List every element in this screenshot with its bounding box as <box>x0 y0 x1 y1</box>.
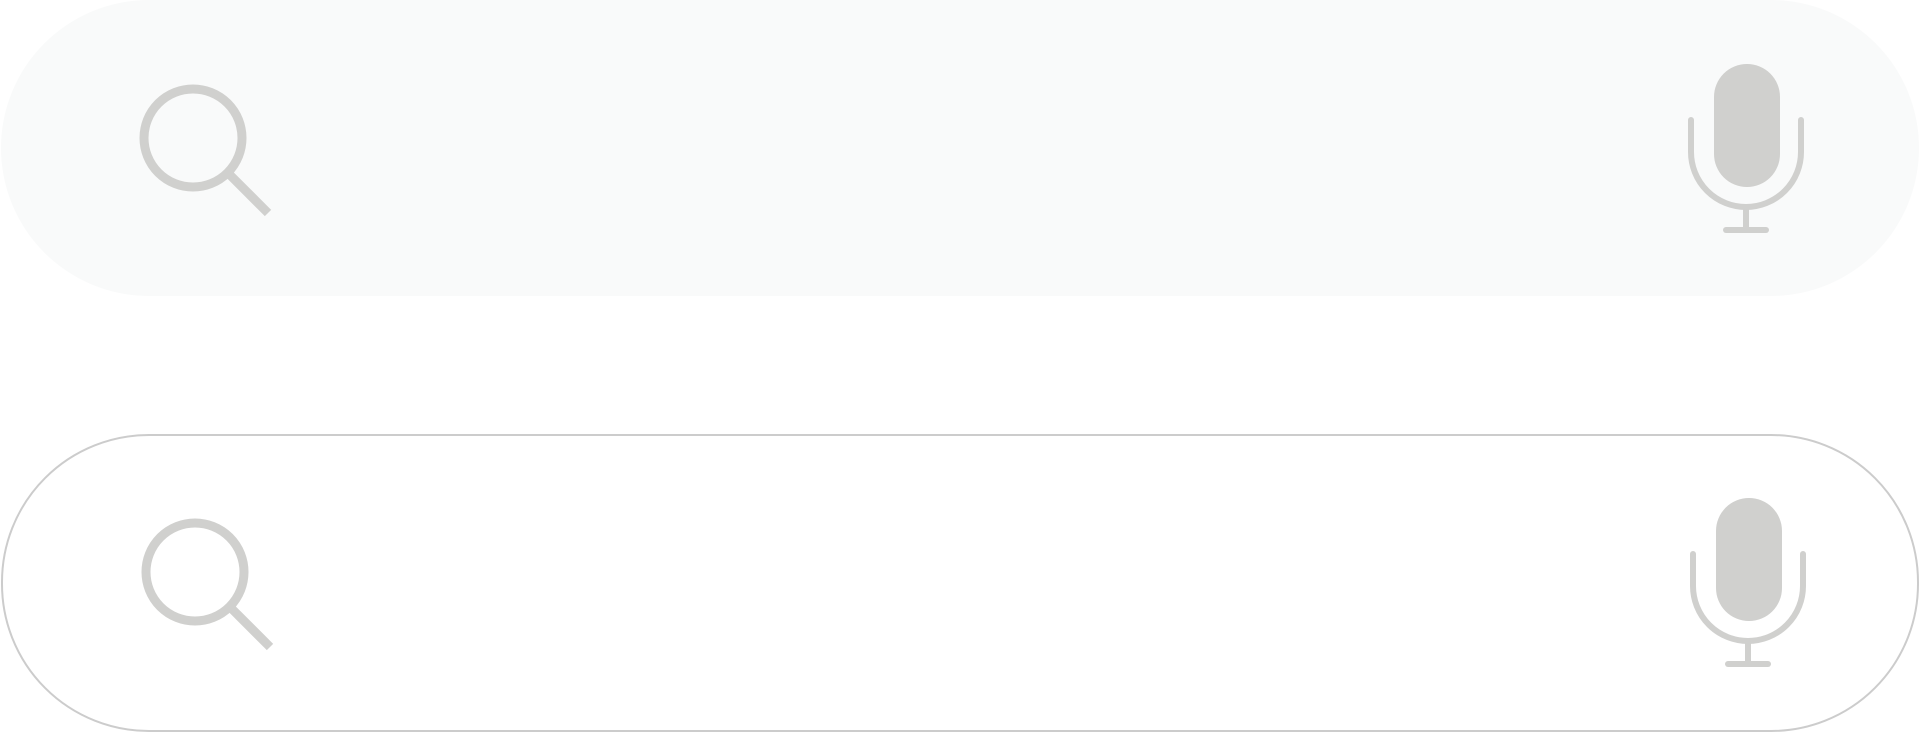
mic-icon[interactable] <box>1685 60 1807 242</box>
search-icon[interactable] <box>133 510 278 655</box>
search-input[interactable] <box>301 107 1605 189</box>
mic-icon[interactable] <box>1687 494 1809 676</box>
search-input[interactable] <box>303 542 1607 624</box>
outlined-search-bar[interactable] <box>1 434 1919 732</box>
search-icon[interactable] <box>131 76 276 221</box>
filled-search-bar[interactable] <box>1 0 1919 296</box>
